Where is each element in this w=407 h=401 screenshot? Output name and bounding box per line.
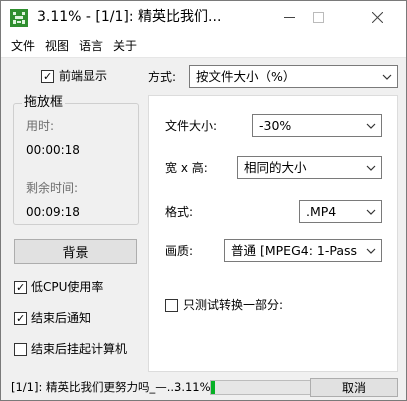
quality-select[interactable]: 普通 [MPEG4: 1-Pass — [224, 239, 382, 262]
progress-fill — [211, 381, 215, 394]
notify-on-finish-checkbox[interactable]: ✓ — [14, 312, 27, 325]
background-button-label: 背景 — [62, 246, 89, 261]
dims-select[interactable]: 相同的大小 — [237, 156, 382, 179]
chevron-down-icon — [366, 123, 376, 129]
chevron-down-icon — [366, 248, 376, 254]
topmost-label: 前端显示 — [59, 69, 108, 83]
format-select[interactable]: .MP4 — [299, 200, 382, 223]
cancel-button-label: 取消 — [341, 381, 366, 395]
maximize-button[interactable] — [295, 1, 341, 33]
low-cpu-checkbox[interactable]: ✓ — [14, 281, 27, 294]
close-icon — [371, 11, 383, 23]
drop-box-group[interactable]: 拖放框 用时: 00:00:18 剩余时间: 00:09:18 — [13, 95, 139, 225]
low-cpu-label: 低CPU使用率 — [31, 280, 104, 294]
chevron-down-icon — [382, 74, 392, 80]
status-text: [1/1]: 精英比我们更努力吗_—... — [11, 380, 178, 394]
checkmark-icon: ✓ — [16, 312, 26, 325]
chevron-down-icon — [366, 165, 376, 171]
dims-value: 相同的大小 — [244, 160, 307, 175]
checkmark-icon: ✓ — [16, 281, 26, 294]
title-bar: 3.11% - [1/1]: 精英比我们... — [1, 1, 406, 35]
dims-label: 宽 x 高: — [165, 161, 208, 175]
cancel-button[interactable]: 取消 — [310, 378, 398, 397]
filesize-label: 文件大小: — [165, 119, 218, 133]
status-percent: 3.11% — [174, 380, 211, 394]
close-button[interactable] — [354, 1, 400, 33]
suspend-on-finish-label: 结束后挂起计算机 — [31, 342, 128, 356]
drop-box-title: 拖放框 — [22, 95, 66, 111]
menu-language[interactable]: 语言 — [79, 38, 103, 54]
window-title: 3.11% - [1/1]: 精英比我们... — [37, 9, 222, 25]
suspend-on-finish-checkbox[interactable] — [14, 343, 27, 356]
menu-about[interactable]: 关于 — [113, 38, 137, 54]
quality-value: 普通 [MPEG4: 1-Pass — [231, 243, 358, 258]
chevron-down-icon — [366, 209, 376, 215]
topmost-checkbox[interactable]: ✓ — [41, 70, 54, 83]
menu-file[interactable]: 文件 — [11, 38, 35, 54]
status-bar: [1/1]: 精英比我们更努力吗_—... 3.11% 取消 — [1, 375, 406, 400]
format-label: 格式: — [165, 205, 194, 219]
settings-panel: 文件大小: -30% 宽 x 高: 相同的大小 格式: .MP4 画质: 普通 … — [148, 95, 398, 372]
notify-on-finish-label: 结束后通知 — [31, 311, 92, 325]
test-part-label: 只测试转换一部分: — [183, 298, 284, 312]
background-button[interactable]: 背景 — [14, 239, 137, 264]
checkmark-icon: ✓ — [43, 70, 53, 83]
elapsed-label: 用时: — [26, 119, 55, 133]
main-content: ✓ 前端显示 拖放框 用时: 00:00:18 剩余时间: 00:09:18 背… — [1, 58, 406, 372]
format-value: .MP4 — [306, 204, 337, 219]
menu-view[interactable]: 视图 — [45, 38, 69, 54]
menu-bar: 文件 视图 语言 关于 — [1, 35, 406, 58]
elapsed-value: 00:00:18 — [26, 143, 80, 157]
app-window: 3.11% - [1/1]: 精英比我们... 文件 视图 语言 关于 ✓ 前端… — [0, 0, 407, 401]
maximize-icon — [312, 11, 324, 23]
remaining-value: 00:09:18 — [26, 205, 80, 219]
mode-select[interactable]: 按文件大小（%） — [189, 65, 398, 88]
mode-label: 方式: — [148, 70, 177, 84]
minimize-icon — [283, 16, 295, 18]
test-part-checkbox[interactable] — [165, 299, 178, 312]
mode-value: 按文件大小（%） — [196, 69, 296, 84]
app-logo-icon — [10, 9, 28, 27]
remaining-label: 剩余时间: — [26, 181, 79, 195]
quality-label: 画质: — [165, 244, 194, 258]
filesize-value: -30% — [259, 118, 292, 133]
filesize-select[interactable]: -30% — [252, 114, 382, 137]
progress-bar — [210, 380, 325, 395]
